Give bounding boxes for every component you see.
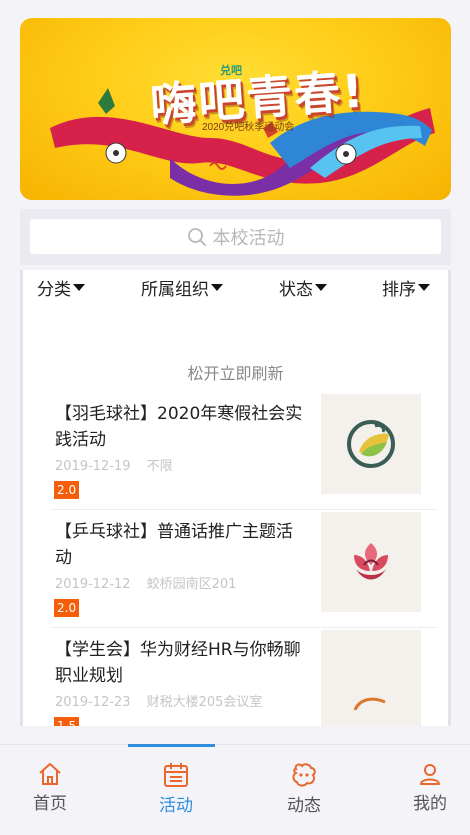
filter-category[interactable]: 分类 <box>37 275 85 300</box>
filter-label: 状态 <box>279 280 313 300</box>
promo-banner[interactable]: 嗨吧青春! 兑吧 2020兑吧秋季运动会 <box>20 18 451 200</box>
flower-logo-icon <box>354 543 388 580</box>
activity-thumbnail <box>321 394 421 494</box>
activity-location: 不限 <box>146 459 173 474</box>
activity-list-panel: 分类 所属组织 状态 排序 松开立即刷新 【羽毛球社】2020年寒假社会实践活动… <box>20 270 451 726</box>
search-bar: 本校活动 <box>20 209 451 265</box>
filter-label: 分类 <box>37 280 71 300</box>
caret-down-icon <box>211 284 223 291</box>
activity-location: 蛟桥园南区201 <box>146 577 237 592</box>
filter-status[interactable]: 状态 <box>279 275 327 300</box>
score-badge: 2.0 <box>54 481 80 499</box>
activity-title: 【乒乓球社】普通话推广主题活动 <box>55 522 293 568</box>
logo-icon <box>353 697 386 710</box>
tab-profile[interactable]: 我的 <box>400 761 460 814</box>
activity-thumbnail <box>321 630 421 726</box>
filter-bar: 分类 所属组织 状态 排序 <box>23 270 448 302</box>
activity-location: 财税大楼205会议室 <box>146 695 263 710</box>
filter-sort[interactable]: 排序 <box>382 275 430 300</box>
tab-label: 活动 <box>159 796 193 816</box>
bottom-tab-bar: 首页 活动 动态 我的 <box>0 744 470 835</box>
activity-date: 2019-12-19 <box>55 459 131 474</box>
leaf-logo-icon <box>347 420 395 468</box>
activity-title: 【羽毛球社】2020年寒假社会实践活动 <box>55 404 303 450</box>
pull-refresh-hint: 松开立即刷新 <box>187 364 284 383</box>
activity-item[interactable]: 【羽毛球社】2020年寒假社会实践活动 2019-12-19 不限 2.0 <box>50 394 438 519</box>
score-badge: 2.0 <box>54 599 80 617</box>
activity-item[interactable]: 【乒乓球社】普通话推广主题活动 2019-12-12 蛟桥园南区201 2.0 <box>50 512 438 637</box>
activity-thumbnail <box>321 512 421 612</box>
activity-item[interactable]: 【学生会】华为财经HR与你畅聊职业规划 2019-12-23 财税大楼205会议室… <box>50 630 438 726</box>
caret-down-icon <box>73 284 85 291</box>
home-icon <box>39 763 61 785</box>
score-badge: 1.5 <box>54 717 80 726</box>
tab-feed[interactable]: 动态 <box>274 761 334 816</box>
activity-date: 2019-12-12 <box>55 577 131 592</box>
calendar-icon <box>164 763 188 787</box>
tab-home[interactable]: 首页 <box>20 761 80 814</box>
filter-label: 所属组织 <box>141 280 209 300</box>
activity-meta: 2019-12-23 财税大楼205会议室 <box>55 691 262 710</box>
activity-date: 2019-12-23 <box>55 695 131 710</box>
divider <box>50 627 438 628</box>
activity-meta: 2019-12-12 蛟桥园南区201 <box>55 573 236 592</box>
banner-brand-logo: 兑吧 <box>220 65 242 77</box>
filter-organization[interactable]: 所属组织 <box>141 275 223 300</box>
activity-title: 【学生会】华为财经HR与你畅聊职业规划 <box>55 640 301 686</box>
activity-page: 嗨吧青春! 兑吧 2020兑吧秋季运动会 本校活动 分类 所属组织 状态 排序 … <box>0 0 470 835</box>
activity-meta: 2019-12-19 不限 <box>55 455 173 474</box>
caret-down-icon <box>418 284 430 291</box>
search-input[interactable]: 本校活动 <box>30 219 441 254</box>
search-placeholder: 本校活动 <box>212 227 285 249</box>
active-tab-indicator <box>128 744 215 747</box>
tab-label: 我的 <box>413 794 447 814</box>
divider <box>50 509 438 510</box>
feed-icon <box>292 763 316 787</box>
filter-label: 排序 <box>382 280 416 300</box>
user-icon <box>420 764 440 785</box>
tab-activities[interactable]: 活动 <box>146 761 206 816</box>
tab-label: 首页 <box>33 794 67 814</box>
tab-label: 动态 <box>287 796 321 816</box>
caret-down-icon <box>315 284 327 291</box>
search-icon <box>187 227 206 246</box>
banner-subtitle: 2020兑吧秋季运动会 <box>202 122 295 133</box>
